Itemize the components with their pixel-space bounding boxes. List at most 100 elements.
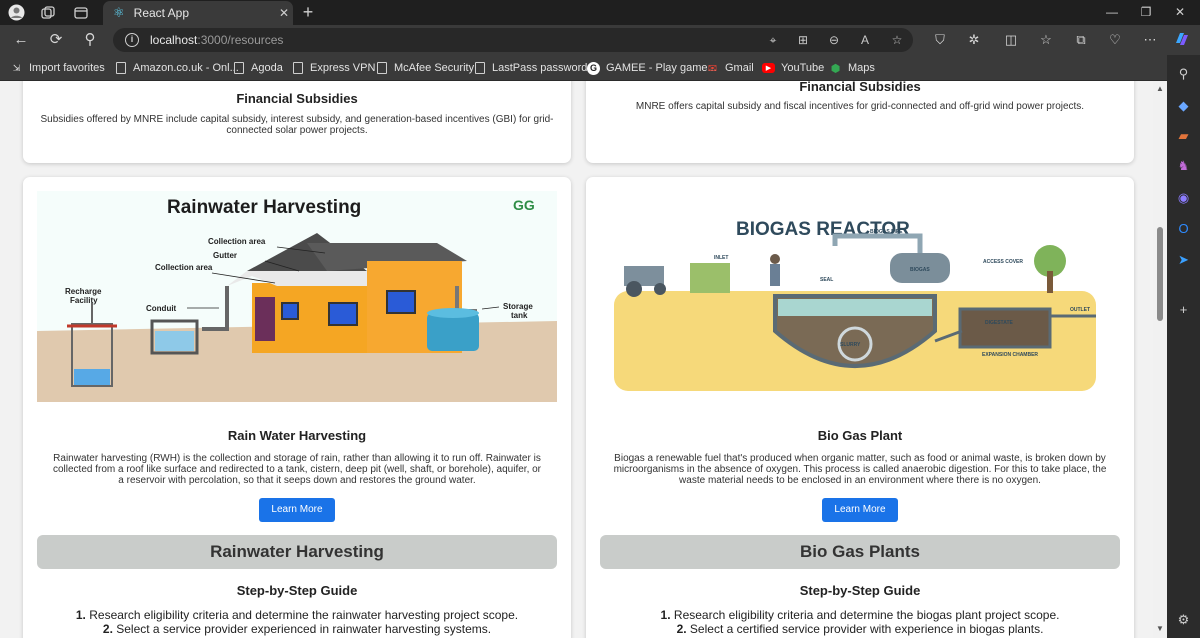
step-number: 1. xyxy=(660,608,671,622)
page-icon xyxy=(473,62,486,75)
favorite-star-icon[interactable]: ☆ xyxy=(889,32,905,48)
address-bar: ← ⟳ ⚲ i localhost:3000/resources ⌖ ⊞ ⊖ A… xyxy=(0,25,1200,55)
rainwater-harvesting-illustration: Rainwater Harvesting GG Collection area … xyxy=(37,191,557,402)
bookmark-amazon[interactable]: Amazon.co.uk - Onl... xyxy=(114,60,239,76)
guide-title: Step-by-Step Guide xyxy=(236,583,358,598)
card-description: Subsidies offered by MNRE include capita… xyxy=(40,114,554,136)
card-title: Bio Gas Plant xyxy=(817,428,903,443)
step-number: 2. xyxy=(676,622,687,636)
guide-step: 1. Research eligibility criteria and det… xyxy=(586,608,1134,622)
minimize-icon[interactable]: — xyxy=(1097,2,1127,22)
sidebar-outlook-icon[interactable]: O xyxy=(1175,220,1192,237)
label-tank: tank xyxy=(511,311,528,320)
workspaces-icon[interactable] xyxy=(39,4,56,21)
more-menu-icon[interactable]: ⋯ xyxy=(1140,30,1160,50)
bookmark-lastpass[interactable]: LastPass password... xyxy=(473,60,597,76)
close-window-icon[interactable]: ✕ xyxy=(1165,2,1195,22)
new-tab-icon[interactable]: + xyxy=(298,2,318,23)
profile-avatar-icon[interactable] xyxy=(8,4,25,21)
url-field[interactable]: i localhost:3000/resources ⌖ ⊞ ⊖ A ☆ xyxy=(113,28,913,52)
bookmark-label: YouTube xyxy=(781,62,825,74)
label-expansion-chamber: EXPANSION CHAMBER xyxy=(982,352,1038,358)
bookmark-maps[interactable]: ⬢ Maps xyxy=(829,60,875,76)
guide-step: 2. Select a certified service provider w… xyxy=(586,622,1134,636)
sidebar-settings-icon[interactable]: ⚙ xyxy=(1175,611,1192,628)
collections-icon[interactable]: ⧉ xyxy=(1071,30,1091,50)
bookmarks-bar: ⇲ Import favorites Amazon.co.uk - Onl... … xyxy=(0,55,1200,81)
guide-step: 2. Select a service provider experienced… xyxy=(23,622,571,636)
label-collection-area: Collection area xyxy=(155,263,213,272)
sidebar-games-icon[interactable]: ♞ xyxy=(1175,157,1192,174)
step-text: Research eligibility criteria and determ… xyxy=(673,608,1060,622)
app-available-icon[interactable]: ⊞ xyxy=(795,32,811,48)
page-scrollbar[interactable]: ▲ ▼ xyxy=(1153,81,1167,638)
browser-essentials-icon[interactable]: ♡ xyxy=(1105,30,1125,50)
page-icon xyxy=(375,62,388,75)
section-header: Rainwater Harvesting xyxy=(37,535,557,569)
label-recharge: Recharge xyxy=(65,287,102,296)
scroll-up-icon[interactable]: ▲ xyxy=(1156,84,1164,93)
bookmark-youtube[interactable]: ▶ YouTube xyxy=(762,60,824,76)
favorites-icon[interactable]: ☆ xyxy=(1036,30,1056,50)
site-info-icon[interactable]: i xyxy=(125,33,139,47)
sidebar-shopping-icon[interactable]: ◆ xyxy=(1175,97,1192,114)
label-facility: Facility xyxy=(70,296,98,305)
zoom-icon[interactable]: ⊖ xyxy=(826,32,842,48)
bookmark-mcafee[interactable]: McAfee Security xyxy=(375,60,474,76)
title-bar: ⚛ React App ✕ + — ❐ ✕ xyxy=(0,0,1200,25)
bookmark-label: Maps xyxy=(848,62,875,74)
close-tab-icon[interactable]: ✕ xyxy=(275,6,293,20)
card-title: Rain Water Harvesting xyxy=(227,428,367,443)
subsidy-card-solar: Financial Subsidies Subsidies offered by… xyxy=(23,81,571,163)
scrollbar-thumb[interactable] xyxy=(1157,227,1163,321)
guide-title: Step-by-Step Guide xyxy=(799,583,921,598)
bookmark-agoda[interactable]: Agoda xyxy=(232,60,283,76)
label-gutter: Gutter xyxy=(213,251,237,260)
refresh-icon[interactable]: ⟳ xyxy=(46,30,66,50)
card-description: MNRE offers capital subsidy and fiscal i… xyxy=(635,101,1085,112)
copilot-icon[interactable] xyxy=(1172,30,1192,50)
scroll-down-icon[interactable]: ▼ xyxy=(1156,624,1164,633)
edge-sidebar: ⚲ ◆ ▰ ♞ ◉ O ➤ + ⚙ xyxy=(1167,55,1200,638)
page-viewport: Financial Subsidies Subsidies offered by… xyxy=(0,81,1153,638)
bookmark-gmail[interactable]: ✉ Gmail xyxy=(706,60,754,76)
rainwater-card: Rainwater Harvesting GG Collection area … xyxy=(23,177,571,638)
step-text: Select a service provider experienced in… xyxy=(116,622,492,636)
section-header: Bio Gas Plants xyxy=(600,535,1120,569)
tab-react-app[interactable]: ⚛ React App ✕ xyxy=(103,1,293,25)
extensions-icon[interactable]: ✲ xyxy=(964,30,984,50)
url-text[interactable]: localhost:3000/resources xyxy=(150,33,283,47)
sidebar-add-icon[interactable]: + xyxy=(1175,301,1192,318)
search-icon[interactable]: ⚲ xyxy=(80,30,100,50)
bookmark-label: GAMEE - Play game... xyxy=(606,62,717,74)
bookmark-label: Amazon.co.uk - Onl... xyxy=(133,62,239,74)
label-biogas: BIOGAS xyxy=(910,267,930,273)
gamee-icon: G xyxy=(587,61,600,75)
sidebar-search-icon[interactable]: ⚲ xyxy=(1175,65,1192,82)
bookmark-import-favorites[interactable]: ⇲ Import favorites xyxy=(10,60,105,76)
step-text: Select a certified service provider with… xyxy=(689,622,1044,636)
bookmark-express-vpn[interactable]: Express VPN xyxy=(291,60,375,76)
import-icon: ⇲ xyxy=(12,62,21,73)
restore-icon[interactable]: ❐ xyxy=(1131,2,1161,22)
bookmark-gamee[interactable]: G GAMEE - Play game... xyxy=(587,60,717,76)
location-icon[interactable]: ⌖ xyxy=(765,32,781,48)
learn-more-button[interactable]: Learn More xyxy=(822,498,898,522)
card-title: Financial Subsidies xyxy=(799,81,921,94)
bookmark-label: McAfee Security xyxy=(394,62,475,74)
learn-more-button[interactable]: Learn More xyxy=(259,498,335,522)
label-collection-area-top: Collection area xyxy=(208,237,266,246)
label-slurry: SLURRY xyxy=(840,342,861,348)
read-aloud-icon[interactable]: A xyxy=(857,32,873,48)
biogas-reactor-illustration: BIOGAS REACTOR BIOGAS PIPE INLET SEAL BI… xyxy=(610,191,1110,402)
tab-actions-icon[interactable] xyxy=(72,4,89,21)
react-logo-icon: ⚛ xyxy=(113,5,125,20)
split-screen-icon[interactable]: ◫ xyxy=(1001,30,1021,50)
shield-extension-icon[interactable]: ⛉ xyxy=(930,30,950,50)
sidebar-tools-icon[interactable]: ▰ xyxy=(1175,127,1192,144)
label-biogas-pipe: BIOGAS PIPE xyxy=(870,229,903,235)
back-icon[interactable]: ← xyxy=(11,30,31,50)
sidebar-telegram-icon[interactable]: ➤ xyxy=(1175,251,1192,268)
sidebar-m365-icon[interactable]: ◉ xyxy=(1175,189,1192,206)
label-access-cover: ACCESS COVER xyxy=(983,259,1023,265)
